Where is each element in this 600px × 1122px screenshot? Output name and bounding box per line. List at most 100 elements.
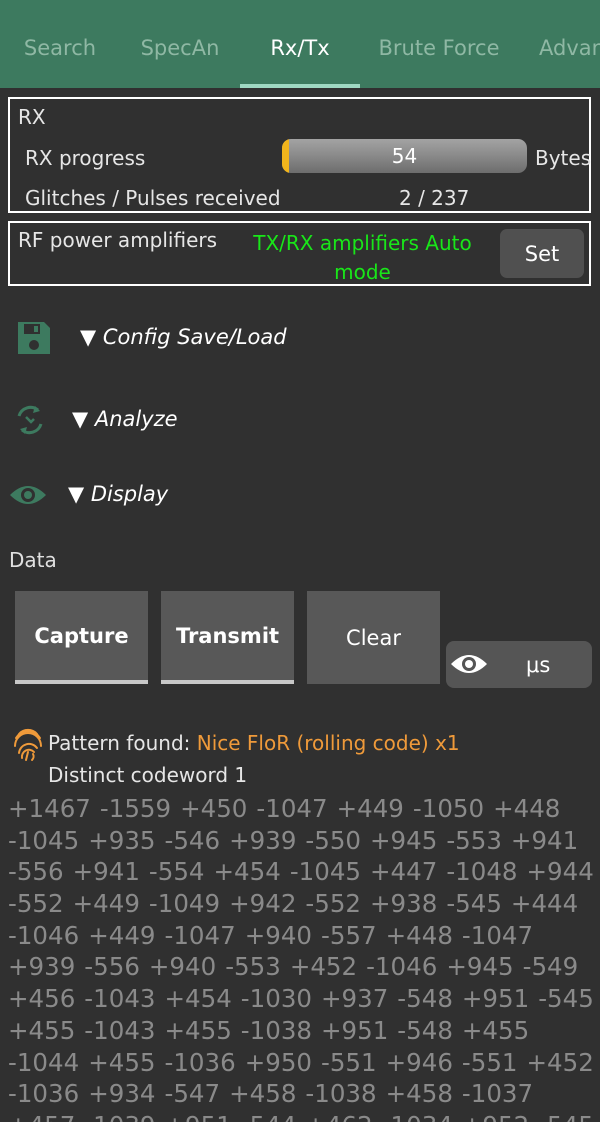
- timing-value: -1034: [382, 1111, 453, 1122]
- timing-value: +935: [88, 825, 156, 855]
- timing-value: -1049: [148, 889, 221, 919]
- fingerprint-icon: [12, 728, 44, 766]
- timing-value: +938: [370, 889, 438, 919]
- timing-value: +951: [321, 1015, 389, 1045]
- timing-value: -1043: [84, 984, 156, 1014]
- timing-value: +951: [165, 1111, 232, 1122]
- timing-value: -1046: [366, 952, 438, 982]
- timing-value: -1045: [289, 857, 362, 887]
- timing-value: -552: [8, 889, 64, 919]
- timing-value: -1047: [461, 920, 534, 950]
- rx-progress-label: RX progress: [25, 146, 146, 170]
- tab-brute-force[interactable]: Brute Force: [360, 0, 518, 88]
- timing-value: +941: [510, 825, 579, 855]
- timing-value: -1047: [164, 920, 236, 950]
- glitches-label: Glitches / Pulses received: [25, 186, 281, 210]
- timing-value: -545: [538, 984, 594, 1014]
- timing-value: +454: [164, 984, 232, 1014]
- eye-icon: [451, 655, 487, 673]
- timing-value: +940: [148, 952, 217, 982]
- timing-value: -1043: [84, 1015, 156, 1045]
- analyze-section-label: ▼ Analyze: [72, 407, 178, 431]
- display-section-toggle[interactable]: ▼ Display: [68, 482, 168, 506]
- timing-value: +458: [385, 1079, 453, 1109]
- config-section-toggle[interactable]: ▼ Config Save/Load: [80, 325, 287, 349]
- codeword-label: Distinct codeword: [48, 763, 229, 787]
- timing-line: -1044 +455 -1036 +950 -551 +946 -551 +452: [8, 1047, 596, 1079]
- timing-value: +450: [180, 794, 248, 823]
- timing-line: -552 +449 -1049 +942 -552 +938 -545 +444: [8, 888, 596, 920]
- timing-value: -556: [84, 952, 140, 982]
- timing-value: +937: [321, 984, 389, 1014]
- app-root: Search SpecAn Rx/Tx Brute Force Advan RX…: [0, 0, 600, 1122]
- timing-value: -551: [321, 1047, 377, 1077]
- timing-value: +946: [385, 1047, 453, 1077]
- timing-value: +444: [510, 889, 579, 919]
- tab-advanced[interactable]: Advan: [518, 0, 600, 88]
- rx-progress-value: 54: [391, 144, 418, 168]
- timing-value: -1050: [412, 794, 485, 823]
- timing-line: -1045 +935 -546 +939 -550 +945 -553 +941: [8, 825, 596, 857]
- analyze-section-toggle[interactable]: ▼ Analyze: [72, 407, 178, 431]
- timing-value: -1047: [256, 794, 328, 823]
- display-section-label: ▼ Display: [68, 482, 169, 506]
- timing-value: -553: [446, 825, 502, 855]
- timing-value: +455: [164, 1015, 232, 1045]
- tab-specan[interactable]: SpecAn: [120, 0, 240, 88]
- timing-value: -1030: [240, 984, 312, 1014]
- timing-value: +942: [229, 889, 297, 919]
- timing-value: +448: [385, 920, 453, 950]
- unit-label: μs: [526, 652, 551, 677]
- timing-value: +457: [8, 1111, 75, 1122]
- timing-value: +945: [446, 952, 514, 982]
- timing-value: -553: [225, 952, 281, 982]
- unit-toggle-button[interactable]: μs: [446, 641, 592, 688]
- timing-value: -550: [305, 825, 362, 855]
- timing-value: +449: [336, 794, 404, 823]
- timing-value: -1048: [446, 857, 518, 887]
- timing-value: +945: [370, 825, 438, 855]
- timing-value: +458: [229, 1079, 297, 1109]
- timing-value: -547: [164, 1079, 221, 1109]
- timing-line: -556 +941 -554 +454 -1045 +447 -1048 +944: [8, 856, 596, 888]
- timing-value: -549: [522, 952, 579, 982]
- tab-search[interactable]: Search: [0, 0, 120, 88]
- tab-rxtx[interactable]: Rx/Tx: [240, 0, 360, 88]
- timing-line: -1036 +934 -547 +458 -1038 +458 -1037: [8, 1078, 596, 1110]
- analyze-icon[interactable]: [13, 403, 47, 441]
- timing-value: +934: [88, 1079, 156, 1109]
- pattern-prefix: Pattern found:: [48, 731, 197, 755]
- eye-icon[interactable]: [9, 481, 47, 513]
- set-button[interactable]: Set: [500, 229, 584, 278]
- timing-value: -552: [305, 889, 362, 919]
- timing-value: +950: [244, 1047, 312, 1077]
- timing-value: -1044: [8, 1047, 80, 1077]
- timing-value: +456: [8, 984, 76, 1014]
- timing-value: -1036: [8, 1079, 80, 1109]
- rx-progress-unit: Bytes: [535, 146, 592, 170]
- timing-value: +447: [370, 857, 438, 887]
- transmit-button[interactable]: Transmit: [161, 591, 294, 684]
- timing-value: +455: [8, 1015, 76, 1045]
- timing-value: -1038: [305, 1079, 377, 1109]
- pattern-found-line: Pattern found: Nice FloR (rolling code) …: [48, 731, 460, 755]
- clear-button[interactable]: Clear: [307, 591, 440, 684]
- rx-panel: RX RX progress 54 Bytes Glitches / Pulse…: [8, 97, 591, 213]
- codeword-line: Distinct codeword 1: [48, 763, 247, 787]
- active-tab-indicator: [240, 84, 360, 88]
- timing-value: -544: [241, 1111, 297, 1122]
- timing-value: -556: [8, 857, 64, 887]
- timing-value: -1559: [99, 794, 172, 823]
- save-icon[interactable]: [16, 320, 52, 360]
- timing-value: +448: [493, 794, 561, 823]
- capture-button[interactable]: Capture: [15, 591, 148, 684]
- timing-value: -557: [321, 920, 377, 950]
- timing-value: +944: [526, 857, 594, 887]
- timing-value: -545: [538, 1111, 594, 1122]
- timing-value: -1037: [461, 1079, 534, 1109]
- timing-value: -1046: [8, 920, 80, 950]
- rx-progress-bar: 54: [282, 139, 527, 173]
- pattern-name: Nice FloR (rolling code) x1: [196, 731, 460, 755]
- timing-value: -548: [397, 1015, 453, 1045]
- timing-line: +456 -1043 +454 -1030 +937 -548 +951 -545: [8, 983, 596, 1015]
